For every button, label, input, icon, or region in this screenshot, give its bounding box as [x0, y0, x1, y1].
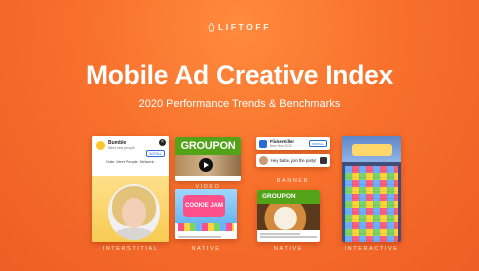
close-icon: × — [159, 139, 166, 146]
bumble-tagline: Date. Meet People. Network. — [106, 160, 155, 164]
caption-native-game: NATIVE — [191, 246, 221, 252]
bumble-logo-icon — [96, 141, 105, 150]
caption-interactive: INTERACTIVE — [344, 246, 399, 252]
brand-name: LIFTOFF — [218, 22, 271, 32]
play-icon — [199, 158, 213, 172]
banner-ad-message: Hey babe, join the party! — [256, 154, 330, 167]
hero-banner: LIFTOFF Mobile Ad Creative Index 2020 Pe… — [0, 0, 479, 271]
groupon-native-logo: GROUPON — [257, 190, 320, 204]
page-title: Mobile Ad Creative Index — [86, 60, 393, 90]
caption-native-food: NATIVE — [273, 246, 304, 252]
woman-photo — [92, 176, 169, 242]
rocket-icon — [208, 22, 215, 34]
banner-message: Hey babe, join the party! — [271, 158, 317, 163]
banner-app-sub: New Year 2020 — [270, 144, 292, 148]
avatar — [259, 156, 268, 165]
liftoff-logo: LIFTOFF — [0, 22, 479, 34]
bumble-app-sub: Meet new people — [108, 146, 135, 150]
match-three-board — [345, 166, 398, 242]
page-subtitle: 2020 Performance Trends & Benchmarks — [138, 98, 341, 110]
native-food-ad-card: GROUPON — [257, 190, 320, 242]
app-icon — [259, 140, 267, 148]
banner-ad-card: FlickerKiller New Year 2020 INSTALL — [256, 137, 330, 150]
interactive-ad-card — [342, 136, 401, 242]
video-ad-card: GROUPON — [175, 137, 241, 181]
cookie-jam-logo: COOKIE JAM — [183, 195, 225, 217]
interstitial-ad-card: Bumble Meet new people × INSTALL Date. M… — [92, 136, 169, 242]
caption-banner: BANNER — [276, 178, 310, 184]
caption-interstitial: INTERSTITIAL — [102, 246, 159, 252]
ramen-photo — [257, 204, 320, 230]
install-button: INSTALL — [146, 150, 165, 157]
banner-install-button: INSTALL — [309, 140, 327, 147]
native-game-ad-card: COOKIE JAM — [175, 189, 237, 239]
camera-icon — [320, 157, 327, 164]
groupon-logo: GROUPON — [175, 137, 241, 155]
